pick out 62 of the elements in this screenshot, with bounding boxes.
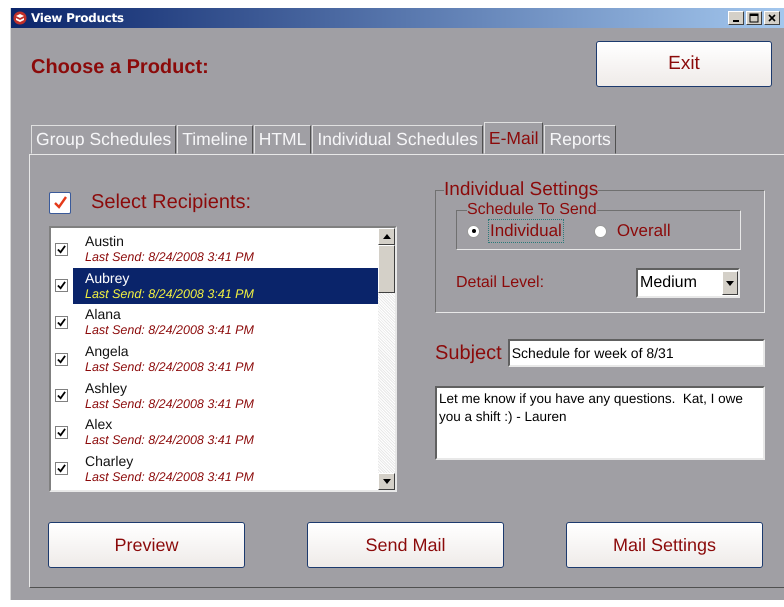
window-title: View Products (31, 11, 125, 25)
last-send-text: Last Send: 8/24/2008 3:41 PM (85, 322, 255, 338)
recipient-item[interactable]: Alex Last Send: 8/24/2008 3:41 PM (73, 414, 378, 451)
scrollbar[interactable] (378, 228, 395, 490)
checkbox[interactable] (49, 192, 71, 214)
tab[interactable]: E-Mail (484, 122, 544, 154)
close-icon (767, 13, 777, 23)
recipient-name: Alex (85, 416, 114, 432)
checkbox[interactable] (55, 389, 68, 402)
last-send-text: Last Send: 8/24/2008 3:41 PM (85, 286, 255, 302)
recipient-item[interactable]: Alana Last Send: 8/24/2008 3:41 PM (73, 304, 378, 341)
last-send-text: Last Send: 8/24/2008 3:41 PM (85, 359, 255, 376)
app-icon (13, 11, 27, 25)
checkbox[interactable] (55, 279, 68, 292)
recipient-item[interactable]: Austin Last Send: 8/24/2008 3:41 PM (73, 231, 378, 268)
recipient-name: Charley (85, 452, 134, 469)
checkbox[interactable] (55, 462, 68, 476)
last-send-text: Last Send: 8/24/2008 3:41 PM (85, 432, 255, 448)
recipient-item[interactable]: Ashley Last Send: 8/24/2008 3:41 PM (73, 377, 378, 414)
minimize-button[interactable] (728, 11, 744, 25)
scroll-thumb[interactable] (378, 245, 395, 293)
recipient-name: Alana (85, 306, 122, 322)
action-button[interactable]: Mail Settings (566, 522, 763, 568)
subject-field[interactable]: Schedule for week of 8/31 (508, 339, 765, 367)
detail-level-dropdown[interactable]: Medium (636, 268, 740, 298)
recipient-name: Austin (85, 233, 125, 250)
minimize-icon (733, 20, 739, 22)
message-field[interactable]: Let me know if you have any questions. Kat, I owe you a shift :) - Lauren (435, 386, 765, 460)
recipient-item[interactable]: Charley Last Send: 8/24/2008 3:41 PM (73, 450, 378, 488)
close-button[interactable] (764, 11, 780, 25)
exit-button[interactable]: Exit (596, 41, 772, 87)
last-send-text: Last Send: 8/24/2008 3:41 PM (85, 469, 255, 485)
group-title: Schedule To Send (467, 201, 597, 219)
action-button[interactable]: Preview (48, 522, 245, 568)
recipient-item[interactable]: Angela Last Send: 8/24/2008 3:41 PM (73, 340, 378, 378)
recipient-name: Aubrey (85, 270, 130, 286)
scroll-down-button[interactable] (378, 473, 395, 490)
radio-button[interactable] (594, 224, 607, 238)
detail-level-label: Detail Level: (456, 274, 544, 292)
check-icon (52, 194, 68, 210)
action-button[interactable]: Send Mail (307, 522, 504, 568)
checkbox[interactable] (55, 316, 68, 329)
recipient-name: Angela (85, 343, 130, 360)
checkbox[interactable] (55, 426, 68, 439)
scroll-up-button[interactable] (378, 228, 395, 245)
checkbox[interactable] (55, 242, 68, 256)
page-heading: Choose a Product: (31, 56, 209, 78)
checkbox[interactable] (55, 352, 68, 366)
down-arrow-icon (382, 479, 390, 484)
recipient-item[interactable]: Aubrey Last Send: 8/24/2008 3:41 PM (73, 268, 378, 304)
last-send-text: Last Send: 8/24/2008 3:41 PM (85, 396, 255, 412)
maximize-icon (749, 13, 759, 23)
radio-label[interactable]: Overall (614, 219, 673, 243)
last-send-text: Last Send: 8/24/2008 3:41 PM (85, 249, 255, 266)
select-recipients-label: Select Recipients: (91, 191, 252, 214)
group-title: Individual Settings (444, 179, 598, 201)
up-arrow-icon (382, 234, 390, 239)
subject-label: Subject (435, 342, 502, 364)
radio-label[interactable]: Individual (488, 219, 564, 243)
maximize-button[interactable] (746, 11, 762, 25)
radio-button[interactable] (467, 224, 480, 238)
recipient-name: Ashley (85, 380, 128, 396)
